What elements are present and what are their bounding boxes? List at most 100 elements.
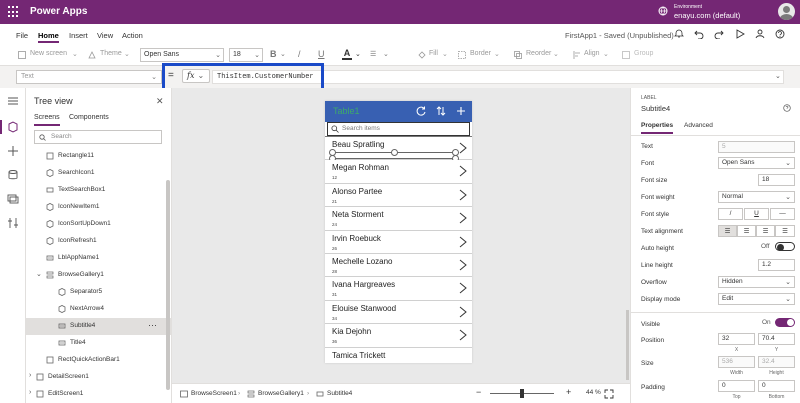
environment-value[interactable]: enayu.com (default)	[674, 11, 740, 20]
fill-chevron-icon[interactable]: ⌄	[442, 50, 448, 58]
font-dropdown[interactable]: Open Sans ⌄	[140, 48, 224, 62]
fill-button[interactable]: Fill	[429, 50, 438, 57]
next-arrow-icon[interactable]	[459, 142, 467, 154]
menu-insert[interactable]: Insert	[69, 31, 88, 40]
theme-button[interactable]: Theme	[100, 50, 122, 57]
tree-node-searchicon1[interactable]: SearchIcon1	[26, 165, 171, 182]
text-align-icon[interactable]: ☰	[370, 50, 376, 58]
position-x-field[interactable]: 32	[718, 333, 755, 345]
align-center-button[interactable]: ☰	[737, 225, 756, 237]
next-arrow-icon[interactable]	[459, 306, 467, 318]
redo-icon[interactable]	[714, 29, 724, 39]
next-arrow-icon[interactable]	[459, 165, 467, 177]
tab-screens[interactable]: Screens	[34, 114, 60, 126]
next-arrow-icon[interactable]	[459, 189, 467, 201]
align-button[interactable]: Align	[584, 50, 600, 57]
tree-node-separator5[interactable]: Separator5	[26, 284, 171, 301]
next-arrow-icon[interactable]	[459, 212, 467, 224]
advanced-tools-icon[interactable]	[6, 216, 20, 230]
line-height-field[interactable]: 1.2	[758, 259, 795, 271]
text-align-chevron-icon[interactable]: ⌄	[383, 50, 389, 58]
visible-toggle[interactable]	[775, 318, 795, 327]
insert-icon[interactable]	[6, 144, 20, 158]
next-arrow-icon[interactable]	[459, 259, 467, 271]
tree-node-iconsortupdown1[interactable]: IconSortUpDown1	[26, 216, 171, 233]
position-y-field[interactable]: 70.4	[758, 333, 795, 345]
auto-height-toggle[interactable]	[775, 242, 795, 251]
chevron-right-icon[interactable]: ›	[29, 372, 31, 379]
breadcrumb-control[interactable]: Subtitle4	[327, 390, 352, 397]
help-icon[interactable]	[783, 104, 791, 112]
breadcrumb-screen[interactable]: BrowseScreen1	[191, 390, 237, 397]
padding-bottom-field[interactable]: 0	[758, 380, 795, 392]
breadcrumb-gallery[interactable]: BrowseGallery1	[258, 390, 304, 397]
gallery-item[interactable]: Irvin Roebuck 26	[325, 230, 472, 254]
next-arrow-icon[interactable]	[459, 282, 467, 294]
menu-home[interactable]: Home	[38, 31, 59, 43]
align-left-button[interactable]: ☰	[718, 225, 737, 237]
tree-node-lblappname1[interactable]: LblAppName1	[26, 250, 171, 267]
help-icon[interactable]	[775, 29, 785, 39]
add-icon[interactable]	[455, 105, 467, 117]
font-dropdown[interactable]: Open Sans ⌄	[718, 157, 795, 169]
zoom-in-icon[interactable]: +	[566, 387, 571, 397]
next-arrow-icon[interactable]	[459, 236, 467, 248]
italic-button[interactable]: /	[718, 208, 743, 220]
gallery-search-input[interactable]: Search items	[327, 122, 470, 136]
gallery-item[interactable]: Elouise Stanwood 34	[325, 300, 472, 325]
sort-icon[interactable]	[435, 105, 447, 117]
font-color-button[interactable]: A	[342, 48, 352, 62]
overflow-dropdown[interactable]: Hidden ⌄	[718, 276, 795, 288]
reorder-button[interactable]: Reorder	[526, 50, 551, 57]
item-title[interactable]: Beau Spratling	[332, 140, 384, 149]
tree-node-iconnewitem1[interactable]: IconNewItem1	[26, 199, 171, 216]
tree-node-detailscreen1[interactable]: › DetailScreen1	[26, 369, 171, 386]
align-justify-button[interactable]: ☰	[775, 225, 795, 237]
font-size-field[interactable]: 18	[758, 174, 795, 186]
strikethrough-button[interactable]: —	[770, 208, 795, 220]
avatar[interactable]	[778, 3, 795, 20]
tree-node-rectquickactionbar1[interactable]: RectQuickActionBar1	[26, 352, 171, 369]
align-chevron-icon[interactable]: ⌄	[603, 50, 609, 58]
display-mode-dropdown[interactable]: Edit ⌄	[718, 293, 795, 305]
tree-node-browsegallery1[interactable]: ⌄ BrowseGallery1	[26, 267, 171, 284]
reorder-chevron-icon[interactable]: ⌄	[553, 50, 559, 58]
border-button[interactable]: Border	[470, 50, 491, 57]
new-screen-button[interactable]: New screen	[30, 50, 67, 57]
gallery-item[interactable]: Neta Storment 24	[325, 207, 472, 231]
tree-scrollbar[interactable]	[166, 180, 170, 390]
media-icon[interactable]	[6, 192, 20, 206]
font-size-dropdown[interactable]: 18 ⌄	[229, 48, 263, 62]
close-icon[interactable]: ✕	[156, 96, 164, 107]
user-icon[interactable]	[755, 29, 765, 39]
new-screen-chevron-icon[interactable]: ⌄	[72, 50, 78, 58]
next-arrow-icon[interactable]	[459, 329, 467, 341]
property-dropdown[interactable]: Text ⌄	[16, 70, 162, 84]
data-icon[interactable]	[6, 168, 20, 182]
theme-chevron-icon[interactable]: ⌄	[124, 50, 130, 58]
properties-scrollbar[interactable]	[626, 310, 629, 380]
gallery-item[interactable]: Alonso Partee 21	[325, 183, 472, 208]
font-color-chevron-icon[interactable]: ⌄	[355, 50, 361, 58]
gallery-item[interactable]: Beau Spratling	[325, 135, 472, 162]
gallery-item[interactable]: Megan Rohman 12	[325, 160, 472, 184]
tree-node-textsearchbox1[interactable]: TextSearchBox1	[26, 182, 171, 199]
menu-file[interactable]: File	[16, 31, 28, 40]
gallery-item[interactable]: Ivana Hargreaves 31	[325, 277, 472, 301]
fit-to-window-icon[interactable]	[604, 389, 614, 399]
tree-node-iconrefresh1[interactable]: IconRefresh1	[26, 233, 171, 250]
size-height-field[interactable]: 32.4	[758, 356, 795, 368]
app-checker-icon[interactable]	[674, 29, 684, 39]
chevron-right-icon[interactable]: ›	[29, 389, 31, 396]
italic-button[interactable]: /	[298, 49, 301, 59]
bold-chevron-icon[interactable]: ⌄	[280, 50, 286, 58]
font-weight-dropdown[interactable]: Normal ⌄	[718, 191, 795, 203]
tab-advanced[interactable]: Advanced	[684, 122, 713, 129]
control-name[interactable]: Subtitle4	[641, 104, 670, 113]
gallery-item[interactable]: Kia Dejohn 36	[325, 324, 472, 348]
menu-view[interactable]: View	[97, 31, 113, 40]
app-launcher-icon[interactable]	[8, 6, 20, 18]
tree-node-nextarrow4[interactable]: NextArrow4	[26, 301, 171, 318]
zoom-slider-thumb[interactable]	[520, 389, 524, 398]
gallery-item[interactable]: Tamica Trickett	[325, 347, 472, 363]
